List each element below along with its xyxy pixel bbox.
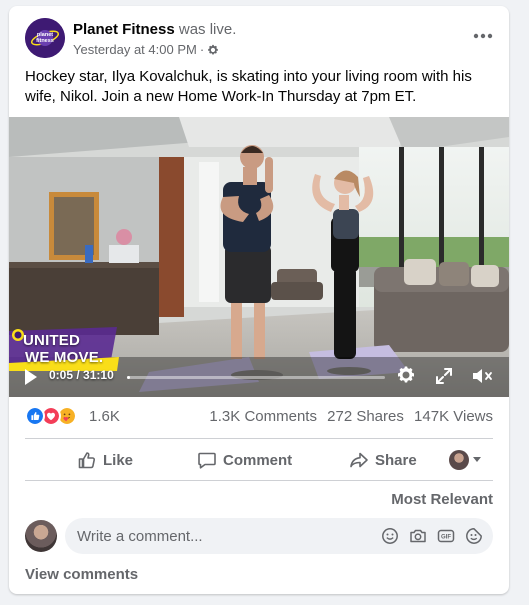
comment-composer: GIF bbox=[25, 518, 493, 554]
user-avatar[interactable] bbox=[25, 520, 57, 552]
share-icon bbox=[350, 452, 368, 468]
post-actions: Like Comment Share bbox=[25, 442, 493, 478]
post-header: planet fitness Planet Fitness was live. … bbox=[9, 6, 509, 66]
current-time: 0:05 bbox=[49, 368, 74, 382]
post-message: Hockey star, Ilya Kovalchuk, is skating … bbox=[25, 68, 472, 105]
united-we-move-text: UNITED WE MOVE. bbox=[23, 332, 103, 366]
duration: 31:10 bbox=[83, 368, 114, 382]
like-button[interactable]: Like bbox=[77, 442, 133, 478]
reaction-icons[interactable] bbox=[25, 406, 85, 426]
divider-bottom bbox=[25, 480, 493, 481]
svg-text:GIF: GIF bbox=[441, 535, 451, 541]
video-progress-bar[interactable] bbox=[127, 376, 385, 379]
settings-icon[interactable] bbox=[396, 365, 416, 385]
svg-text:fitness: fitness bbox=[36, 38, 54, 44]
camera-icon[interactable] bbox=[409, 527, 427, 545]
comment-input[interactable] bbox=[77, 518, 367, 554]
video-player[interactable]: UNITED WE MOVE. 0:05 / 31:10 bbox=[9, 117, 509, 397]
post-timestamp[interactable]: Yesterday at 4:00 PM bbox=[73, 41, 197, 58]
video-overlay: UNITED WE MOVE. 0:05 / 31:10 bbox=[9, 117, 509, 397]
thumbs-up-icon bbox=[78, 452, 96, 469]
comment-tools: GIF bbox=[381, 527, 483, 545]
author-name[interactable]: Planet Fitness bbox=[73, 21, 175, 38]
caret-down-icon bbox=[473, 457, 481, 462]
page-avatar[interactable]: planet fitness bbox=[25, 18, 65, 58]
post-header-text: Planet Fitness was live. Yesterday at 4:… bbox=[73, 20, 236, 58]
fullscreen-icon[interactable] bbox=[435, 367, 453, 385]
like-label: Like bbox=[103, 451, 134, 469]
gif-icon[interactable]: GIF bbox=[437, 527, 455, 545]
comment-label: Comment bbox=[223, 451, 293, 469]
post-stats: 1.3K Comments 272 Shares 147K Views bbox=[209, 408, 493, 425]
video-controls: 0:05 / 31:10 bbox=[9, 363, 509, 397]
post-card: planet fitness Planet Fitness was live. … bbox=[9, 6, 509, 594]
video-time: 0:05 / 31:10 bbox=[49, 368, 114, 382]
comment-sort-dropdown[interactable]: Most Relevant bbox=[391, 491, 493, 508]
video-progress-fill bbox=[127, 376, 131, 379]
views-count: 147K Views bbox=[414, 408, 493, 425]
planet-fitness-logo-icon: planet fitness bbox=[25, 18, 65, 58]
author-action: was live. bbox=[178, 21, 237, 38]
post-meta: Yesterday at 4:00 PM · bbox=[73, 41, 236, 58]
user-avatar bbox=[449, 450, 469, 470]
divider-top bbox=[25, 438, 493, 439]
comment-box: GIF bbox=[65, 518, 493, 554]
emoji-icon[interactable] bbox=[381, 527, 399, 545]
author-line: Planet Fitness was live. bbox=[73, 20, 236, 39]
more-options-icon[interactable] bbox=[471, 24, 495, 48]
overlay-line-1: UNITED bbox=[23, 332, 81, 349]
share-button[interactable]: Share bbox=[349, 442, 417, 478]
comments-count[interactable]: 1.3K Comments bbox=[209, 408, 317, 425]
reaction-count[interactable]: 1.6K bbox=[89, 408, 120, 425]
engagement-bar: 1.6K 1.3K Comments 272 Shares 147K Views bbox=[25, 403, 493, 433]
comment-icon bbox=[198, 452, 216, 469]
share-label: Share bbox=[375, 451, 417, 469]
share-as-selector[interactable] bbox=[449, 450, 482, 470]
view-comments-link[interactable]: View comments bbox=[25, 566, 138, 583]
shares-count[interactable]: 272 Shares bbox=[327, 408, 404, 425]
comment-button[interactable]: Comment bbox=[197, 442, 292, 478]
sticker-icon[interactable] bbox=[465, 527, 483, 545]
like-reaction-icon bbox=[25, 406, 45, 426]
meta-separator: · bbox=[199, 42, 205, 57]
play-icon[interactable] bbox=[23, 367, 39, 387]
volume-muted-icon[interactable] bbox=[471, 366, 493, 386]
gear-icon[interactable] bbox=[207, 44, 219, 56]
time-separator: / bbox=[73, 368, 84, 382]
